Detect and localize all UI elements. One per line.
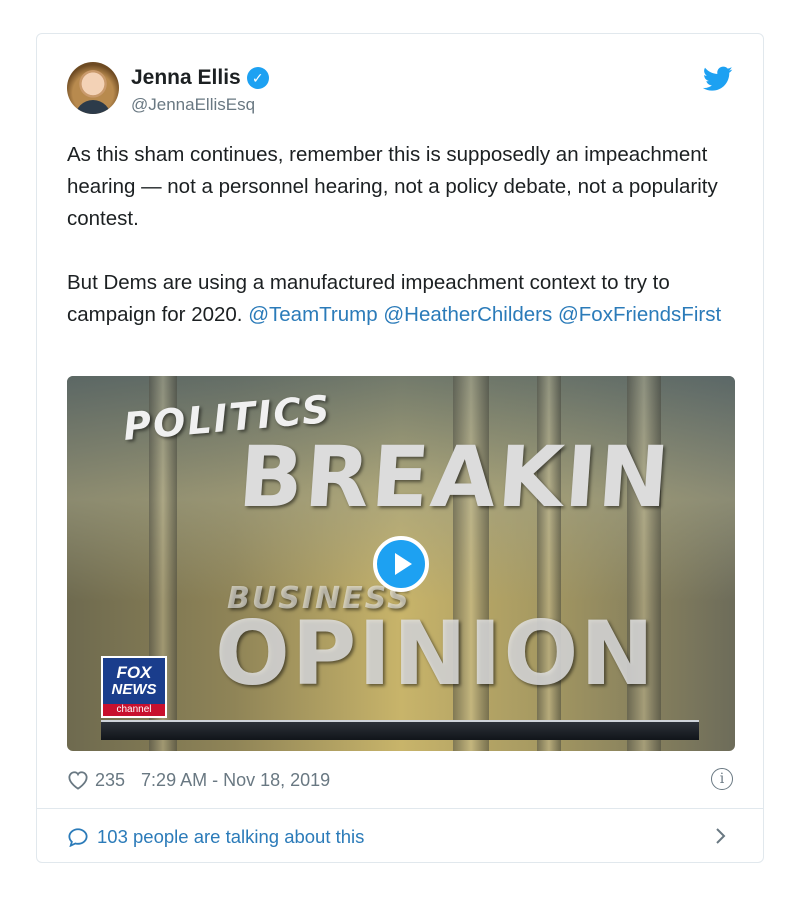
logo-line-3: channel: [103, 704, 165, 716]
info-icon[interactable]: i: [711, 768, 733, 790]
tweet-paragraph-2: But Dems are using a manufactured impeac…: [67, 267, 737, 331]
video-thumbnail[interactable]: POLITICS BREAKIN BUSINESS OPINION FOX NE…: [67, 376, 735, 751]
logo-line-2: NEWS: [111, 681, 157, 698]
like-count[interactable]: 235: [95, 770, 125, 791]
avatar[interactable]: [67, 62, 119, 114]
tweet-text: As this sham continues, remember this is…: [67, 139, 737, 363]
conversation-link[interactable]: 103 people are talking about this: [67, 823, 733, 851]
heart-icon[interactable]: [67, 770, 89, 790]
tweet-paragraph-1: As this sham continues, remember this is…: [67, 143, 718, 230]
mention-heatherchilders[interactable]: @HeatherChilders: [383, 303, 552, 326]
play-triangle: [394, 553, 412, 575]
chevron-right-icon[interactable]: [715, 827, 727, 845]
tweet-meta: 235 7:29 AM - Nov 18, 2019 i: [67, 768, 733, 792]
news-lower-third-bar: [101, 720, 699, 740]
speech-bubble-icon: [68, 828, 88, 847]
play-icon[interactable]: [373, 536, 429, 592]
author-name-row: Jenna Ellis ✓: [131, 66, 269, 90]
mention-foxfriendsfirst[interactable]: @FoxFriendsFirst: [558, 303, 721, 326]
tweet-header: Jenna Ellis ✓ @JennaEllisEsq: [67, 62, 733, 118]
twitter-bird-icon[interactable]: [703, 66, 733, 92]
verified-badge-icon: ✓: [246, 67, 269, 89]
video-overlay-breaking: BREAKIN: [235, 428, 675, 526]
tweet-timestamp[interactable]: 7:29 AM - Nov 18, 2019: [141, 770, 330, 791]
tweet-card: Jenna Ellis ✓ @JennaEllisEsq As this sha…: [36, 33, 764, 863]
author-name[interactable]: Jenna Ellis: [131, 66, 241, 90]
author-handle[interactable]: @JennaEllisEsq: [131, 95, 255, 115]
video-overlay-opinion: OPINION: [215, 602, 656, 705]
talking-count-label[interactable]: 103 people are talking about this: [97, 826, 364, 848]
logo-line-1: FOX: [116, 663, 152, 682]
fox-news-logo: FOX NEWS channel: [101, 656, 167, 718]
mention-teamtrump[interactable]: @TeamTrump: [248, 303, 377, 326]
footer-divider: [37, 808, 763, 809]
